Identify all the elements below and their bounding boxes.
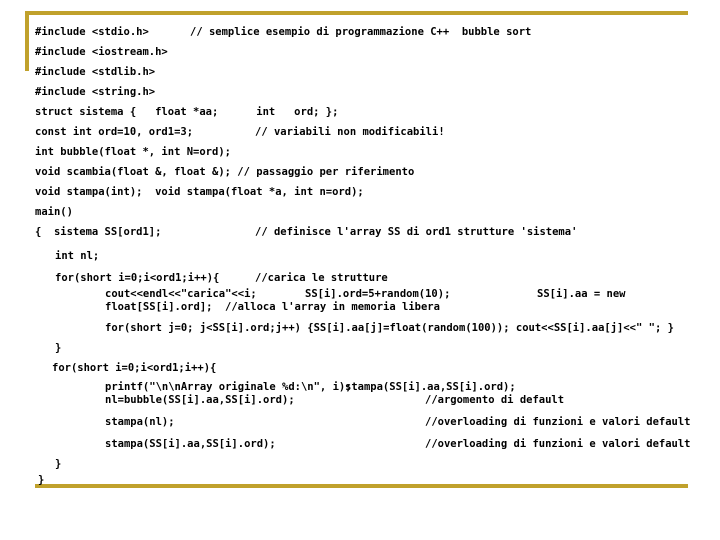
code-segment: #include <stdlib.h> [35,66,156,78]
code-segment: //argomento di default [425,394,565,406]
code-segment: float[SS[i].ord]; [105,301,213,313]
bottom-accent-rule [35,484,688,488]
code-segment: // definisce l'array SS di ord1 struttur… [255,226,578,238]
code-segment: SS[i].aa = new [537,288,626,300]
code-segment: #include <iostream.h> [35,46,168,58]
code-segment: // semplice esempio di programmazione C+… [190,26,532,38]
code-segment: //alloca l'array in memoria libera [225,301,440,313]
code-segment: struct sistema { float *aa; int ord; }; [35,106,339,118]
code-segment: int nl; [55,250,100,262]
code-segment: int bubble(float *, int N=ord); [35,146,231,158]
code-segment: nl=bubble(SS[i].aa,SS[i].ord); [105,394,295,406]
code-segment: const int ord=10, ord1=3; [35,126,194,138]
code-segment: } [38,474,45,486]
code-segment: { sistema SS[ord1]; [35,226,162,238]
left-accent-rule [25,11,29,71]
code-segment: stampa(SS[i].aa,SS[i].ord); [105,438,276,450]
code-segment: #include <string.h> [35,86,156,98]
code-segment: } [55,458,62,470]
top-accent-rule [25,11,688,15]
code-segment: void scambia(float &, float &); // passa… [35,166,415,178]
code-segment: main() [35,206,73,218]
code-segment: stampa(nl); [105,416,175,428]
code-segment: for(short j=0; j<SS[i].ord;j++) {SS[i].a… [105,322,674,334]
code-segment: //overloading di funzioni e valori defau… [425,416,691,428]
code-segment: } [55,342,62,354]
slide-canvas: #include <stdio.h> // semplice esempio di… [0,0,720,540]
code-segment: //overloading di funzioni e valori defau… [425,438,691,450]
code-segment: for(short i=0;i<ord1;i++){ [52,362,217,374]
code-segment: void stampa(int); void stampa(float *a, … [35,186,364,198]
code-segment: // variabili non modificabili! [255,126,445,138]
code-segment: #include <stdio.h> [35,26,149,38]
